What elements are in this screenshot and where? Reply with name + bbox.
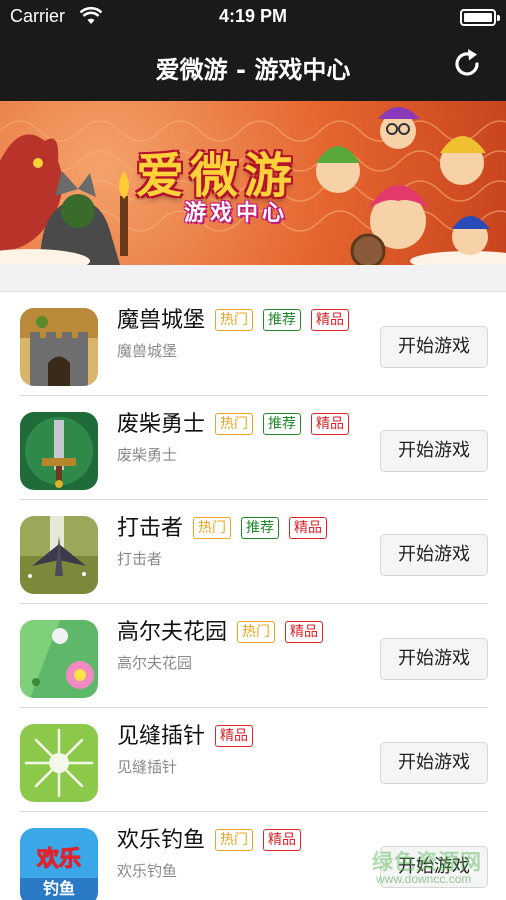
tag-featured: 精品 [289,517,328,539]
start-game-button[interactable]: 开始游戏 [380,638,488,680]
svg-text:钓鱼: 钓鱼 [43,879,75,898]
game-title: 高尔夫花园 [117,620,228,645]
page-title: 爱微游 - 游戏中心 [155,56,351,84]
battery-icon [460,9,500,26]
tag-featured: 精品 [311,413,350,435]
game-row-fei-chai-yong-shi[interactable]: 废柴勇士 热门 推荐 精品 废柴勇士 开始游戏 [0,396,506,500]
game-row-gao-er-fu-hua-yuan[interactable]: 高尔夫花园 热门 精品 高尔夫花园 开始游戏 [0,604,506,708]
tag-hot: 热门 [237,621,276,643]
game-info: 欢乐钓鱼 热门 精品 欢乐钓鱼 [117,826,367,881]
game-info: 见缝插针 精品 见缝插针 [117,722,367,777]
game-title: 见缝插针 [117,724,206,749]
section-divider [0,265,506,292]
tag-hot: 热门 [215,413,254,435]
game-subtitle: 废柴勇士 [117,446,178,464]
game-row-mo-shou-cheng-bao[interactable]: 魔兽城堡 热门 推荐 精品 魔兽城堡 开始游戏 [0,292,506,396]
pin-wheel-game-icon [20,724,98,802]
start-game-button[interactable]: 开始游戏 [380,326,488,368]
tag-featured: 精品 [215,725,254,747]
jet-game-icon [20,516,98,594]
game-info: 魔兽城堡 热门 推荐 精品 魔兽城堡 [117,306,367,361]
tag-featured: 精品 [285,621,324,643]
tag-recommended: 推荐 [241,517,280,539]
status-bar: Carrier 4:19 PM [0,0,506,34]
game-list: 魔兽城堡 热门 推荐 精品 魔兽城堡 开始游戏 废柴勇士 热门 推荐 精品 废柴勇士 开始游… [0,292,506,900]
tag-featured: 精品 [263,829,302,851]
start-game-button[interactable]: 开始游戏 [380,742,488,784]
tag-recommended: 推荐 [263,309,302,331]
tag-hot: 热门 [215,829,254,851]
start-game-button[interactable]: 开始游戏 [380,430,488,472]
castle-game-icon [20,308,98,386]
game-info: 高尔夫花园 热门 精品 高尔夫花园 [117,618,367,673]
game-subtitle: 魔兽城堡 [117,342,178,360]
game-title: 魔兽城堡 [117,308,206,333]
game-title: 欢乐钓鱼 [117,828,206,853]
game-info: 打击者 热门 推荐 精品 打击者 [117,514,367,569]
game-subtitle: 欢乐钓鱼 [117,862,178,880]
refresh-icon[interactable] [450,47,484,81]
tag-hot: 热门 [193,517,232,539]
banner-subtitle: 游戏中心 [184,201,289,226]
game-subtitle: 高尔夫花园 [117,654,193,672]
golf-game-icon [20,620,98,698]
tag-hot: 热门 [215,309,254,331]
start-game-button[interactable]: 开始游戏 [380,534,488,576]
sword-game-icon [20,412,98,490]
game-subtitle: 见缝插针 [117,758,178,776]
game-info: 废柴勇士 热门 推荐 精品 废柴勇士 [117,410,367,465]
game-title: 废柴勇士 [117,412,206,437]
game-row-jian-feng-cha-zhen[interactable]: 见缝插针 精品 见缝插针 开始游戏 [0,708,506,812]
game-title: 打击者 [117,516,184,541]
clock: 4:19 PM [218,6,288,26]
fishing-game-icon: 欢乐 钓鱼 [20,828,98,900]
watermark-url: www.downcc.com [376,872,472,886]
svg-text:欢乐: 欢乐 [36,846,81,872]
tag-featured: 精品 [311,309,350,331]
promo-banner[interactable]: 爱微游 游戏中心 [0,101,506,265]
tag-recommended: 推荐 [263,413,302,435]
game-row-da-ji-zhe[interactable]: 打击者 热门 推荐 精品 打击者 开始游戏 [0,500,506,604]
game-subtitle: 打击者 [117,550,163,568]
top-bar: Carrier 4:19 PM 爱微游 - 游戏中心 [0,0,506,101]
